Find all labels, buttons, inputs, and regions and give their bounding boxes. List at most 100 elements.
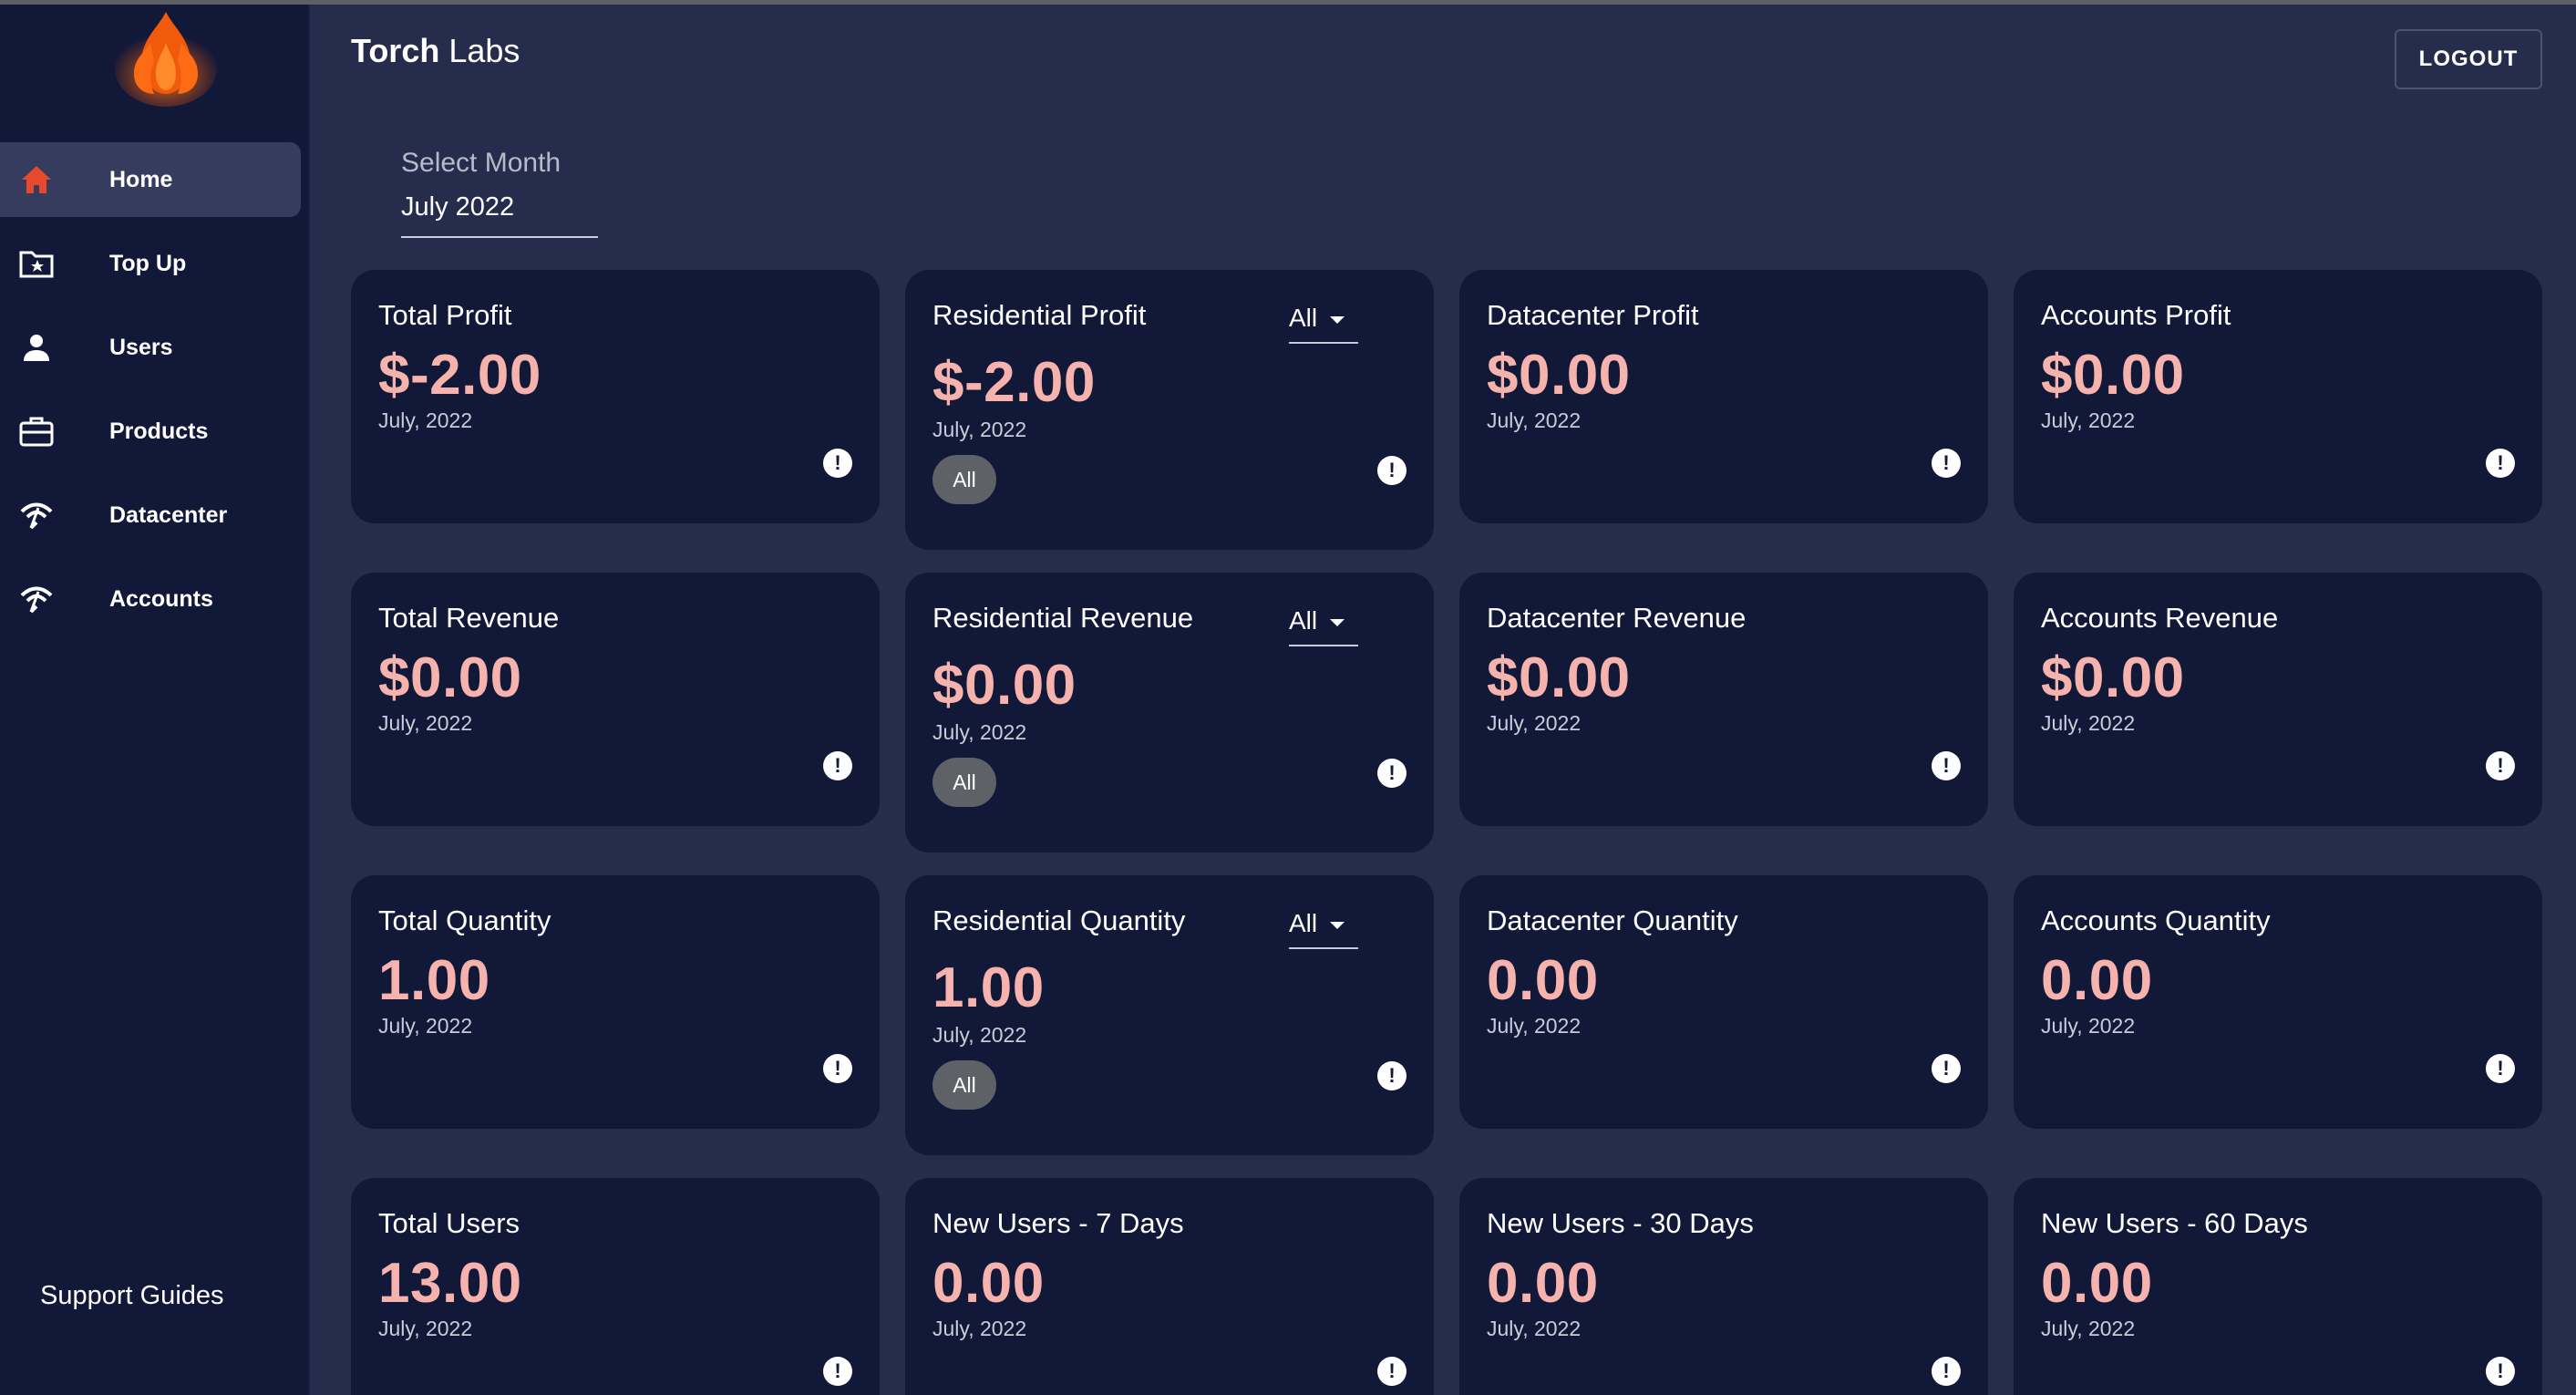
card-value: $0.00 (378, 646, 522, 709)
support-guides-link[interactable]: Support Guides (40, 1281, 224, 1311)
card-date: July, 2022 (378, 408, 473, 432)
card-value: $0.00 (2041, 646, 2185, 709)
card-value: $0.00 (933, 654, 1077, 717)
card-title: Total Profit (378, 299, 512, 331)
info-icon[interactable]: ! (1932, 449, 1961, 478)
chevron-down-icon (1330, 922, 1345, 929)
wifi-icon (18, 583, 55, 615)
card-title: New Users - 30 Days (1487, 1207, 1754, 1239)
residential-quantity-filter-select[interactable]: All (1289, 907, 1358, 949)
info-icon[interactable]: ! (1932, 751, 1961, 780)
stat-card-residential-quantity: Residential Quantity All 1.00 July, 2022… (905, 875, 1434, 1155)
sidebar-item-users[interactable]: Users (0, 310, 301, 385)
card-date: July, 2022 (378, 1317, 473, 1340)
stat-card-datacenter-profit: Datacenter Profit $0.00 July, 2022 ! (1459, 270, 1988, 523)
info-icon[interactable]: ! (1377, 456, 1406, 485)
brand-rest: Labs (439, 32, 520, 69)
stat-card-total-users: Total Users 13.00 July, 2022 ! (351, 1178, 880, 1395)
brand-bold: Torch (351, 32, 440, 69)
card-date: July, 2022 (2041, 1014, 2136, 1038)
sidebar-item-products[interactable]: Products (0, 394, 301, 469)
card-title: Datacenter Revenue (1487, 602, 1747, 634)
card-date: July, 2022 (933, 418, 1027, 441)
card-date: July, 2022 (1487, 1317, 1582, 1340)
card-value: 0.00 (1487, 1252, 1599, 1315)
stat-card-total-revenue: Total Revenue $0.00 July, 2022 ! (351, 573, 880, 826)
stat-card-new-users-60-days: New Users - 60 Days 0.00 July, 2022 ! (2014, 1178, 2542, 1395)
month-select[interactable]: July 2022 (401, 192, 598, 238)
sidebar-item-label: Top Up (109, 250, 187, 276)
info-icon[interactable]: ! (823, 1054, 852, 1083)
sidebar-nav: Home Top Up Users Products Datacenter Ac… (0, 142, 310, 646)
stat-card-total-profit: Total Profit $-2.00 July, 2022 ! (351, 270, 880, 523)
sidebar-item-accounts[interactable]: Accounts (0, 562, 301, 636)
card-value: 1.00 (378, 949, 490, 1012)
info-icon[interactable]: ! (823, 751, 852, 780)
info-icon[interactable]: ! (2486, 1054, 2515, 1083)
card-value: 13.00 (378, 1252, 522, 1315)
logout-button[interactable]: LOGOUT (2395, 29, 2542, 89)
card-title: New Users - 60 Days (2041, 1207, 2308, 1239)
card-title: Total Quantity (378, 904, 551, 936)
home-icon (18, 163, 55, 196)
app-root: Home Top Up Users Products Datacenter Ac… (0, 5, 2576, 1395)
sidebar-item-top-up[interactable]: Top Up (0, 226, 301, 301)
stat-card-accounts-quantity: Accounts Quantity 0.00 July, 2022 ! (2014, 875, 2542, 1129)
sidebar-item-home[interactable]: Home (0, 142, 301, 217)
stat-card-residential-revenue: Residential Revenue All $0.00 July, 2022… (905, 573, 1434, 852)
stat-card-accounts-profit: Accounts Profit $0.00 July, 2022 ! (2014, 270, 2542, 523)
card-date: July, 2022 (933, 720, 1027, 744)
card-date: July, 2022 (1487, 1014, 1582, 1038)
info-icon[interactable]: ! (823, 449, 852, 478)
card-title: Residential Profit (933, 299, 1147, 331)
user-icon (18, 331, 55, 364)
sidebar-item-label: Accounts (109, 585, 213, 612)
info-icon[interactable]: ! (1377, 1357, 1406, 1386)
card-title: Residential Quantity (933, 904, 1186, 936)
residential-revenue-filter-select[interactable]: All (1289, 604, 1358, 646)
info-icon[interactable]: ! (2486, 449, 2515, 478)
card-title: Datacenter Quantity (1487, 904, 1738, 936)
stat-card-new-users-30-days: New Users - 30 Days 0.00 July, 2022 ! (1459, 1178, 1988, 1395)
card-title: Total Users (378, 1207, 520, 1239)
info-icon[interactable]: ! (1377, 1061, 1406, 1090)
stat-card-total-quantity: Total Quantity 1.00 July, 2022 ! (351, 875, 880, 1129)
sidebar-item-label: Users (109, 334, 173, 360)
card-date: July, 2022 (378, 711, 473, 735)
card-title: Accounts Revenue (2041, 602, 2279, 634)
sidebar-item-label: Products (109, 418, 209, 444)
info-icon[interactable]: ! (1932, 1357, 1961, 1386)
filter-chip[interactable]: All (933, 758, 996, 807)
folder-star-icon (18, 247, 55, 280)
chevron-down-icon (1330, 316, 1345, 324)
card-title: Accounts Quantity (2041, 904, 2271, 936)
card-title: New Users - 7 Days (933, 1207, 1184, 1239)
card-title: Residential Revenue (933, 602, 1194, 634)
card-date: July, 2022 (2041, 711, 2136, 735)
filter-chip[interactable]: All (933, 455, 996, 504)
info-icon[interactable]: ! (1377, 759, 1406, 788)
card-title: Total Revenue (378, 602, 560, 634)
card-value: $-2.00 (933, 351, 1096, 414)
card-value: $0.00 (1487, 646, 1631, 709)
info-icon[interactable]: ! (2486, 751, 2515, 780)
filter-value: All (1289, 304, 1318, 332)
info-icon[interactable]: ! (823, 1357, 852, 1386)
sidebar-item-datacenter[interactable]: Datacenter (0, 478, 301, 553)
card-date: July, 2022 (2041, 408, 2136, 432)
filter-value: All (1289, 606, 1318, 635)
card-value: 0.00 (933, 1252, 1045, 1315)
torch-logo-icon (115, 12, 217, 107)
card-date: July, 2022 (933, 1023, 1027, 1047)
info-icon[interactable]: ! (1932, 1054, 1961, 1083)
stat-card-datacenter-revenue: Datacenter Revenue $0.00 July, 2022 ! (1459, 573, 1988, 826)
card-date: July, 2022 (1487, 711, 1582, 735)
card-title: Datacenter Profit (1487, 299, 1699, 331)
filter-chip[interactable]: All (933, 1060, 996, 1110)
card-value: 0.00 (1487, 949, 1599, 1012)
card-value: $-2.00 (378, 344, 541, 407)
filter-value: All (1289, 909, 1318, 937)
card-date: July, 2022 (933, 1317, 1027, 1340)
residential-profit-filter-select[interactable]: All (1289, 302, 1358, 344)
info-icon[interactable]: ! (2486, 1357, 2515, 1386)
